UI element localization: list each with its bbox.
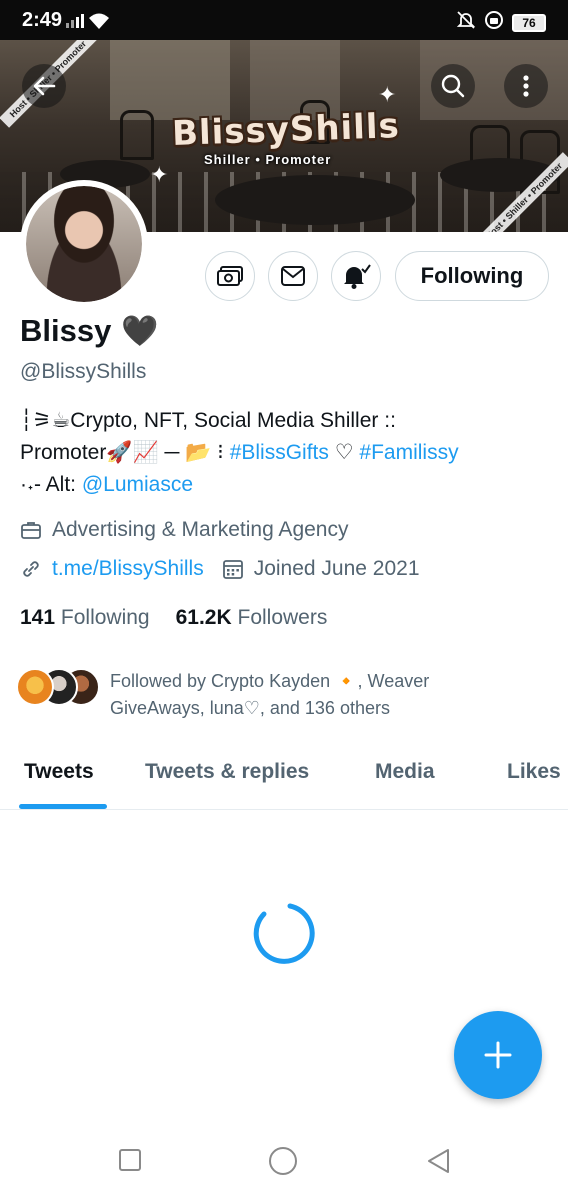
- following-button[interactable]: Following: [395, 251, 549, 301]
- following-label: Following: [60, 606, 150, 629]
- profile-category: Advertising & Marketing Agency: [20, 518, 348, 542]
- loading-spinner-icon: [253, 903, 315, 964]
- bio-text: ·˖- Alt:: [20, 473, 82, 496]
- display-name-text: Blissy: [20, 313, 112, 348]
- bio-text: Promoter🚀📈 ─ 📂 ⁝: [20, 441, 230, 464]
- tab-likes[interactable]: Likes: [507, 760, 561, 784]
- avatar: [16, 668, 54, 706]
- home-circle-icon[interactable]: [268, 1146, 298, 1176]
- bio: ┆⚞☕Crypto, NFT, Social Media Shiller :: …: [20, 405, 550, 501]
- sparkle-icon: ✦: [150, 162, 169, 187]
- mail-icon: [281, 266, 305, 286]
- system-nav-bar: [0, 1124, 568, 1200]
- tab-tweets-replies[interactable]: Tweets & replies: [145, 760, 309, 784]
- briefcase-icon: [21, 522, 41, 539]
- follow-counts: 141 Following 61.2K Followers: [20, 606, 327, 630]
- status-bar: 2:49 76: [0, 0, 568, 40]
- follower-avatars: [16, 668, 100, 708]
- following-count-link[interactable]: 141 Following: [20, 606, 150, 630]
- signal-icon: [66, 14, 84, 28]
- mention-link[interactable]: @Lumiasce: [82, 473, 193, 496]
- followers-label: Followers: [237, 606, 328, 629]
- category-text: Advertising & Marketing Agency: [52, 518, 349, 541]
- website-link[interactable]: t.me/BlissyShills: [52, 557, 204, 581]
- followed-by[interactable]: Followed by Crypto Kayden 🔸, Weaver Give…: [16, 668, 510, 722]
- profile-meta-row: t.me/BlissyShills Joined June 2021: [20, 557, 420, 581]
- bio-line: Promoter🚀📈 ─ 📂 ⁝ #BlissGifts ♡ #Familiss…: [20, 437, 550, 469]
- name-emoji: 🖤: [121, 314, 159, 348]
- wifi-icon: [88, 12, 110, 35]
- hashtag-link[interactable]: #Familissy: [359, 441, 458, 464]
- tip-button[interactable]: [205, 251, 255, 301]
- user-handle: @BlissyShills: [20, 360, 147, 383]
- link-icon: [23, 561, 39, 577]
- compose-tweet-button[interactable]: [454, 1011, 542, 1099]
- mute-icon: [456, 10, 476, 35]
- active-tab-indicator: [19, 804, 107, 809]
- bio-line: ·˖- Alt: @Lumiasce: [20, 469, 550, 501]
- sparkle-icon: ✦: [378, 82, 397, 107]
- battery-icon: 76: [512, 13, 546, 32]
- followers-count: 61.2K: [175, 606, 232, 629]
- avatar[interactable]: [20, 180, 148, 308]
- status-time: 2:49: [22, 9, 63, 31]
- banner-brand-subtitle: Shiller • Promoter: [204, 152, 332, 167]
- tab-tweets[interactable]: Tweets: [24, 760, 94, 784]
- tip-money-icon: [217, 266, 243, 286]
- notifications-button[interactable]: [331, 251, 381, 301]
- search-icon: [441, 74, 465, 98]
- calendar-icon: [222, 560, 243, 579]
- followed-by-text: Followed by Crypto Kayden 🔸, Weaver Give…: [110, 671, 430, 718]
- recents-square-icon[interactable]: [118, 1148, 142, 1172]
- more-options-button[interactable]: [504, 64, 548, 108]
- back-triangle-icon[interactable]: [426, 1148, 450, 1174]
- profile-tabs: Tweets Tweets & replies Media Likes: [0, 748, 568, 810]
- following-count: 141: [20, 606, 56, 629]
- bio-line: ┆⚞☕Crypto, NFT, Social Media Shiller ::: [20, 409, 396, 432]
- joined-date: Joined June 2021: [253, 557, 420, 580]
- avatar-image: [26, 186, 142, 302]
- bio-text: ♡: [328, 441, 360, 464]
- hashtag-link[interactable]: #BlissGifts: [230, 441, 329, 464]
- data-saver-icon: [484, 10, 504, 35]
- tab-media[interactable]: Media: [375, 760, 435, 784]
- back-button[interactable]: [22, 64, 66, 108]
- plus-icon: [484, 1041, 512, 1069]
- bell-icon: [344, 264, 371, 289]
- search-button[interactable]: [431, 64, 475, 108]
- message-button[interactable]: [268, 251, 318, 301]
- followers-count-link[interactable]: 61.2K Followers: [176, 606, 328, 630]
- banner-brand-title: BlissyShills: [171, 106, 401, 154]
- more-vertical-icon: [523, 75, 529, 97]
- back-arrow-icon: [33, 76, 56, 96]
- display-name: Blissy 🖤: [20, 313, 159, 349]
